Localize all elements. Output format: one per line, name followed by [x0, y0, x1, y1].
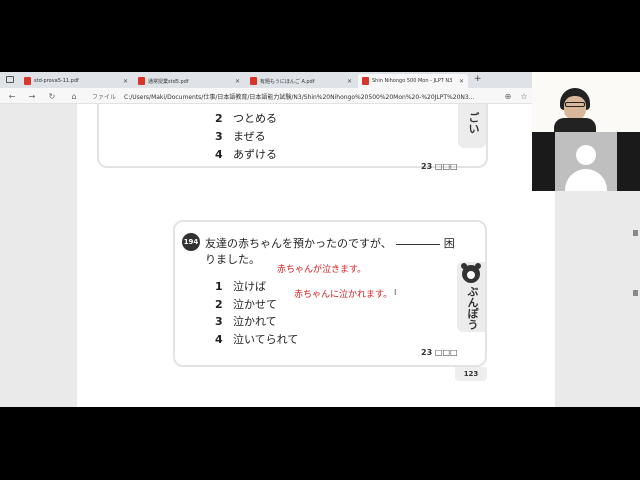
bear-icon [461, 263, 481, 283]
home-icon[interactable]: ⌂ [68, 90, 80, 102]
tab-nihongo[interactable]: 有題もうにほんご A.pdf ✕ [246, 74, 356, 88]
question-card-previous: ごい [97, 104, 488, 168]
tab-shin-nihongo[interactable]: Shin Nihongo 500 Mon - JLPT N3 ✕ [358, 74, 468, 88]
page-number: 123 [455, 367, 487, 381]
score-boxes: 23 □□□ [421, 162, 458, 171]
question-text: 友達の赤ちゃんを預かったのですが、困 [205, 237, 455, 250]
person-icon [576, 145, 596, 165]
url-field[interactable]: ファイル C:/Users/Maki/Documents/仕事/日本語教育/日本… [92, 91, 497, 102]
webcam-presenter [532, 72, 640, 132]
zoom-icon[interactable]: ⊕ [502, 90, 514, 102]
webcam-participant [532, 132, 640, 191]
answer-blank [395, 244, 440, 245]
tab-tsuujou[interactable]: 通常授業std5.pdf ✕ [134, 74, 244, 88]
question-text-2: りました。 [205, 253, 260, 266]
side-tab: ごい [458, 104, 486, 148]
question-number: 194 [182, 233, 200, 251]
side-tab: ぶんぽう [457, 262, 485, 332]
favorite-icon[interactable]: ☆ [518, 90, 530, 102]
scrollbar-thumb[interactable] [633, 290, 638, 296]
new-tab-button[interactable]: + [474, 74, 482, 84]
url-text: C:/Users/Maki/Documents/仕事/日本語教育/日本語能力試験… [124, 94, 475, 101]
pdf-icon [24, 77, 31, 85]
avatar-placeholder [555, 132, 617, 191]
option: 4 あずける [215, 148, 277, 161]
close-icon[interactable]: ✕ [347, 78, 352, 85]
close-icon[interactable]: ✕ [123, 78, 128, 85]
pdf-icon [362, 77, 369, 85]
pdf-icon [138, 77, 145, 85]
back-icon[interactable]: ← [6, 90, 18, 102]
close-icon[interactable]: ✕ [459, 78, 464, 85]
refresh-icon[interactable]: ↻ [46, 90, 58, 102]
side-label: ぶんぽう [466, 286, 479, 330]
tab-std-prova[interactable]: std-prova5-11.pdf ✕ [20, 74, 132, 88]
annotation-2: 赤ちゃんに泣かれます。 [294, 290, 393, 300]
scrollbar-thumb[interactable] [633, 230, 638, 236]
option: 4 泣いてられて [215, 333, 299, 346]
window-menu-icon[interactable] [6, 76, 14, 83]
forward-icon[interactable]: → [26, 90, 38, 102]
option: 2 泣かせて [215, 298, 277, 311]
option: 1 泣けば [215, 280, 266, 293]
option: 2 つとめる [215, 112, 277, 125]
pdf-icon [250, 77, 257, 85]
file-label: ファイル [92, 94, 117, 101]
close-icon[interactable]: ✕ [235, 78, 240, 85]
option: 3 泣かれて [215, 315, 277, 328]
option: 3 まぜる [215, 130, 266, 143]
text-cursor-icon: I [394, 288, 397, 297]
score-boxes: 23 □□□ [421, 348, 458, 357]
side-label: ごい [467, 112, 480, 134]
annotation-1: 赤ちゃんが泣きます。 [277, 265, 367, 275]
